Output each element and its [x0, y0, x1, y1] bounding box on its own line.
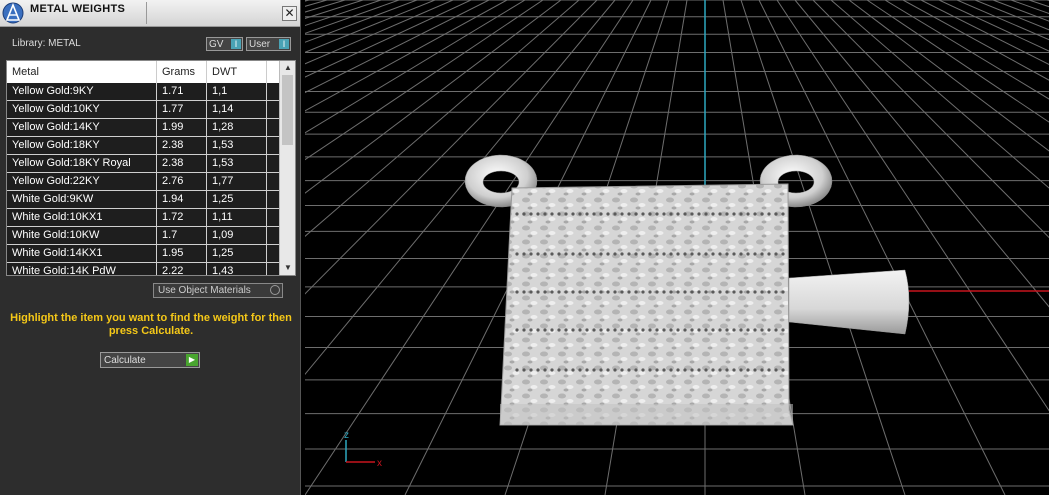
grams-cell: 1.94 — [157, 191, 207, 208]
title-divider — [146, 2, 147, 24]
3d-viewport[interactable]: x z — [305, 0, 1049, 495]
column-header-metal[interactable]: Metal — [7, 61, 157, 83]
dwt-cell: 1,53 — [207, 137, 267, 154]
metal-cell: White Gold:14K PdW — [7, 263, 157, 275]
axis-gizmo-z-label: z — [344, 430, 349, 441]
table-row[interactable]: Yellow Gold:10KY 1.77 1,14 — [7, 101, 279, 119]
dwt-cell: 1,1 — [207, 83, 267, 100]
panel-title: METAL WEIGHTS — [30, 3, 126, 15]
metal-cell: Yellow Gold:22KY — [7, 173, 157, 190]
metal-table: Metal Grams DWT Yellow Gold:9KY 1.71 1,1 Ye… — [6, 60, 296, 276]
calculate-label: Calculate — [104, 355, 146, 366]
grams-cell: 2.38 — [157, 137, 207, 154]
metal-weights-panel: METAL WEIGHTS ✕ Library: METAL GV I User… — [0, 0, 301, 495]
gv-toggle-label: GV — [209, 39, 224, 50]
axis-gizmo-x-label: x — [377, 458, 382, 469]
grams-cell: 1.7 — [157, 227, 207, 244]
table-row[interactable]: Yellow Gold:18KY Royal 2.38 1,53 — [7, 155, 279, 173]
dwt-cell: 1,43 — [207, 263, 267, 275]
metal-cell: Yellow Gold:18KY — [7, 137, 157, 154]
user-toggle-label: User — [249, 39, 271, 50]
dwt-cell: 1,14 — [207, 101, 267, 118]
dwt-cell: 1,25 — [207, 245, 267, 262]
grams-cell: 1.99 — [157, 119, 207, 136]
dwt-cell: 1,77 — [207, 173, 267, 190]
app-logo-icon — [2, 2, 24, 24]
table-scrollbar[interactable]: ▲ ▼ — [279, 61, 295, 275]
toggle-switch-icon: I — [231, 39, 241, 49]
user-toggle[interactable]: User I — [246, 37, 291, 51]
table-header: Metal Grams DWT — [7, 61, 279, 83]
toggle-switch-icon: I — [279, 39, 289, 49]
column-header-grams[interactable]: Grams — [157, 61, 207, 83]
side-cone — [788, 269, 910, 335]
column-header-dwt[interactable]: DWT — [207, 61, 267, 83]
table-row[interactable]: Yellow Gold:9KY 1.71 1,1 — [7, 83, 279, 101]
dwt-cell: 1,09 — [207, 227, 267, 244]
dwt-cell: 1,53 — [207, 155, 267, 172]
metal-cell: White Gold:9KW — [7, 191, 157, 208]
grams-cell: 1.72 — [157, 209, 207, 226]
pendant-base-edge — [500, 404, 793, 425]
instruction-text: Highlight the item you want to find the … — [10, 312, 292, 337]
use-object-materials-label: Use Object Materials — [158, 285, 251, 296]
metal-cell: Yellow Gold:10KY — [7, 101, 157, 118]
table-row[interactable]: Yellow Gold:18KY 2.38 1,53 — [7, 137, 279, 155]
grams-cell: 1.71 — [157, 83, 207, 100]
table-row[interactable]: White Gold:10KX1 1.72 1,11 — [7, 209, 279, 227]
metal-cell: White Gold:10KW — [7, 227, 157, 244]
metal-cell: Yellow Gold:14KY — [7, 119, 157, 136]
scroll-up-icon[interactable]: ▲ — [283, 63, 293, 73]
scrollbar-thumb[interactable] — [282, 75, 293, 145]
table-row[interactable]: White Gold:10KW 1.7 1,09 — [7, 227, 279, 245]
metal-cell: White Gold:14KX1 — [7, 245, 157, 262]
table-row[interactable]: White Gold:14K PdW 2.22 1,43 — [7, 263, 279, 275]
table-row[interactable]: Yellow Gold:22KY 2.76 1,77 — [7, 173, 279, 191]
table-row[interactable]: White Gold:9KW 1.94 1,25 — [7, 191, 279, 209]
gv-toggle[interactable]: GV I — [206, 37, 243, 51]
metal-cell: Yellow Gold:9KY — [7, 83, 157, 100]
use-object-materials-checkbox[interactable]: Use Object Materials — [153, 283, 283, 298]
metal-cell: Yellow Gold:18KY Royal — [7, 155, 157, 172]
close-icon: ✕ — [284, 6, 295, 20]
panel-titlebar: METAL WEIGHTS ✕ — [0, 0, 300, 27]
table-row[interactable]: Yellow Gold:14KY 1.99 1,28 — [7, 119, 279, 137]
calculate-button[interactable]: Calculate ▶ — [100, 352, 200, 368]
dwt-cell: 1,11 — [207, 209, 267, 226]
table-row[interactable]: White Gold:14KX1 1.95 1,25 — [7, 245, 279, 263]
close-button[interactable]: ✕ — [282, 6, 297, 21]
pendant-model — [464, 154, 910, 426]
table-body: Yellow Gold:9KY 1.71 1,1 Yellow Gold:10KY 1.… — [7, 83, 279, 275]
scroll-down-icon[interactable]: ▼ — [283, 263, 293, 273]
grams-cell: 1.77 — [157, 101, 207, 118]
grams-cell: 2.38 — [157, 155, 207, 172]
grams-cell: 1.95 — [157, 245, 207, 262]
pendant-body — [499, 183, 794, 426]
radio-circle-icon — [270, 285, 280, 295]
grams-cell: 2.22 — [157, 263, 207, 275]
dwt-cell: 1,28 — [207, 119, 267, 136]
dwt-cell: 1,25 — [207, 191, 267, 208]
library-label: Library: METAL — [12, 38, 81, 49]
metal-cell: White Gold:10KX1 — [7, 209, 157, 226]
play-arrow-icon: ▶ — [186, 354, 198, 366]
grams-cell: 2.76 — [157, 173, 207, 190]
